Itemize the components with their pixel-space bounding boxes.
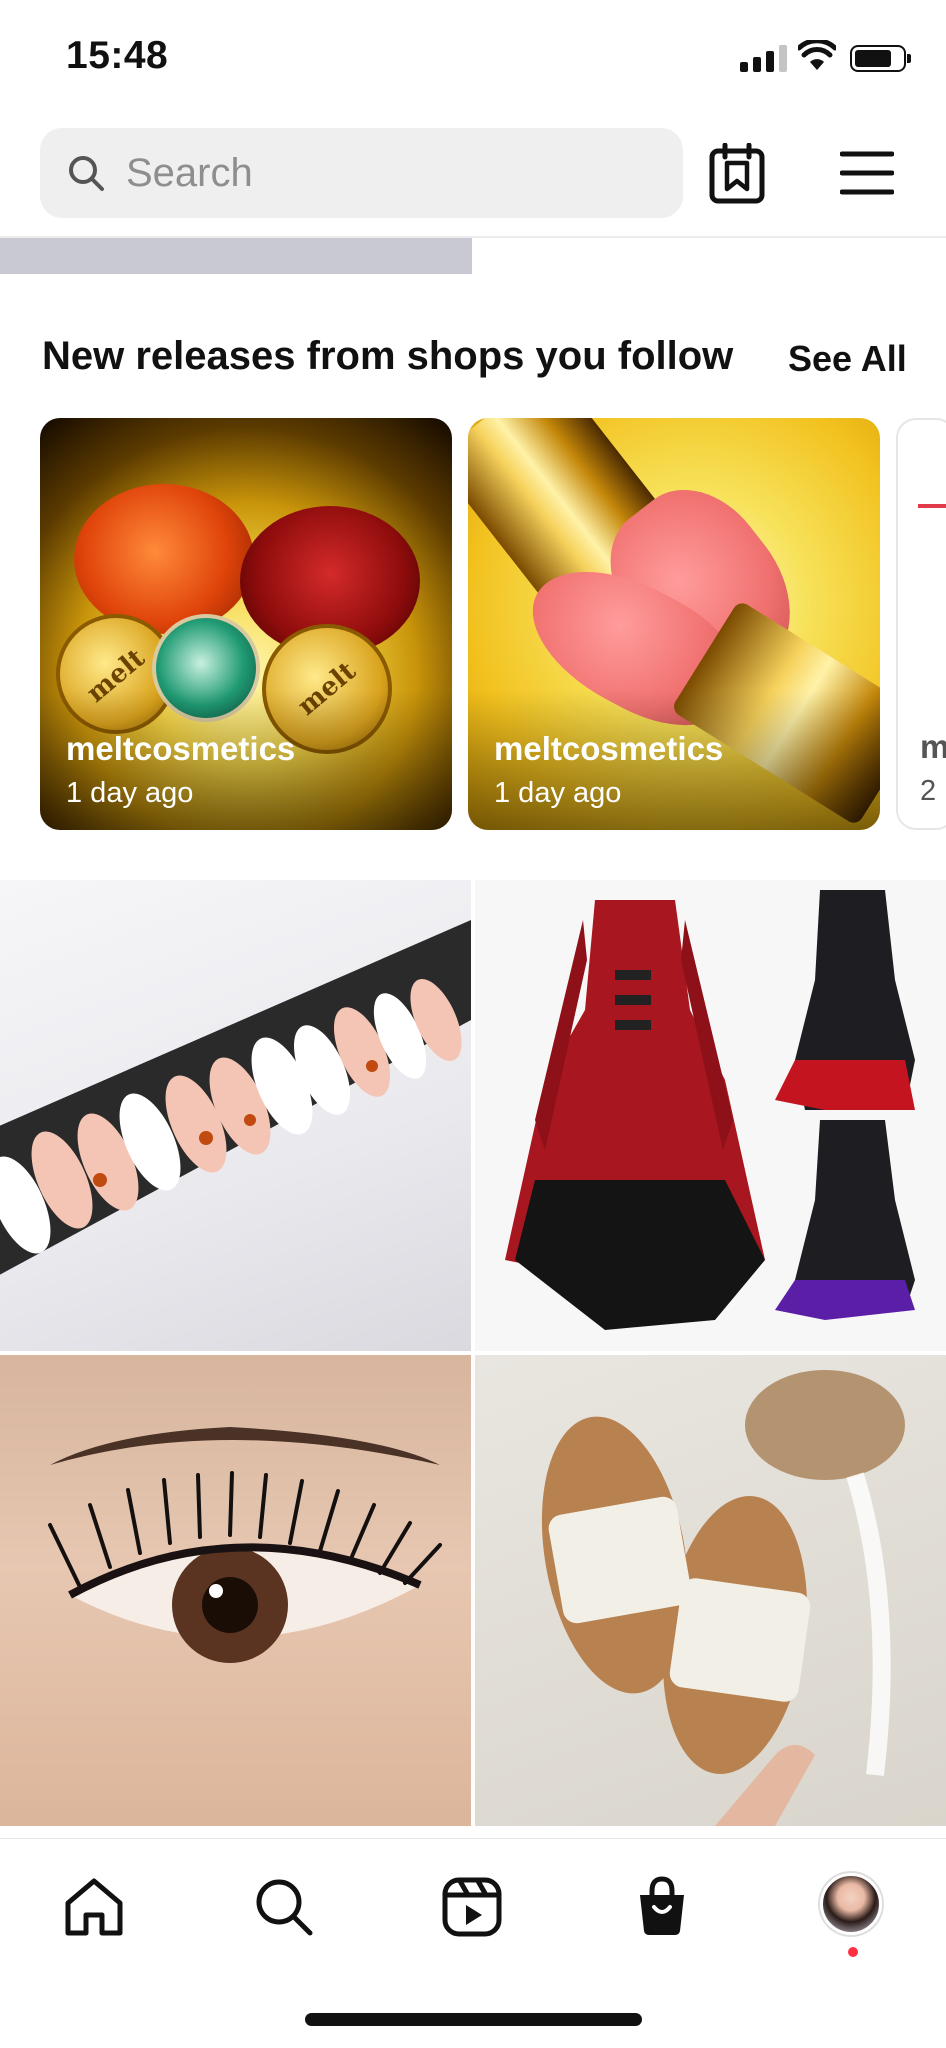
product-image	[48, 1427, 442, 1663]
release-card[interactable]: m 2	[896, 418, 946, 830]
hamburger-menu-icon[interactable]	[840, 150, 894, 196]
partial-product-tile[interactable]	[0, 238, 472, 274]
release-time: 1 day ago	[66, 777, 194, 809]
home-indicator[interactable]	[305, 2013, 642, 2026]
home-icon[interactable]	[62, 1875, 126, 1939]
reels-icon[interactable]	[440, 1875, 504, 1939]
release-time: 1 day ago	[494, 777, 622, 809]
shop-header	[0, 118, 946, 238]
search-icon[interactable]	[252, 1875, 316, 1939]
shop-bag-icon[interactable]	[630, 1875, 694, 1939]
profile-avatar[interactable]	[820, 1873, 882, 1935]
shop-name: m	[920, 728, 946, 766]
search-input[interactable]	[126, 150, 646, 196]
product-image	[74, 484, 254, 634]
product-tile-sandals[interactable]	[475, 1355, 946, 1826]
product-image	[541, 1370, 905, 1826]
search-bar[interactable]	[40, 128, 683, 218]
product-tile-lashes[interactable]	[0, 1355, 471, 1826]
see-all-link[interactable]: See All	[788, 338, 907, 380]
saved-collections-icon[interactable]	[708, 143, 770, 205]
wifi-icon	[798, 40, 836, 70]
release-time: 2	[920, 775, 937, 807]
product-tile-coat[interactable]	[475, 880, 946, 1351]
shop-name: meltcosmetics	[66, 730, 296, 767]
shop-name: meltcosmetics	[494, 730, 724, 767]
battery-icon	[850, 45, 911, 72]
product-image	[918, 504, 946, 508]
product-tile-nails[interactable]	[0, 880, 471, 1351]
product-image	[505, 890, 915, 1330]
section-title: New releases from shops you follow	[42, 334, 734, 378]
status-time: 15:48	[66, 34, 169, 77]
search-icon	[69, 156, 104, 191]
notification-dot	[848, 1947, 858, 1957]
cellular-signal-icon	[740, 44, 787, 72]
release-card[interactable]: melt melt meltcosmetics 1 day ago	[40, 418, 452, 830]
status-bar: 15:48	[0, 0, 946, 118]
release-card[interactable]: meltcosmetics 1 day ago	[468, 418, 880, 830]
product-image	[0, 920, 471, 1275]
